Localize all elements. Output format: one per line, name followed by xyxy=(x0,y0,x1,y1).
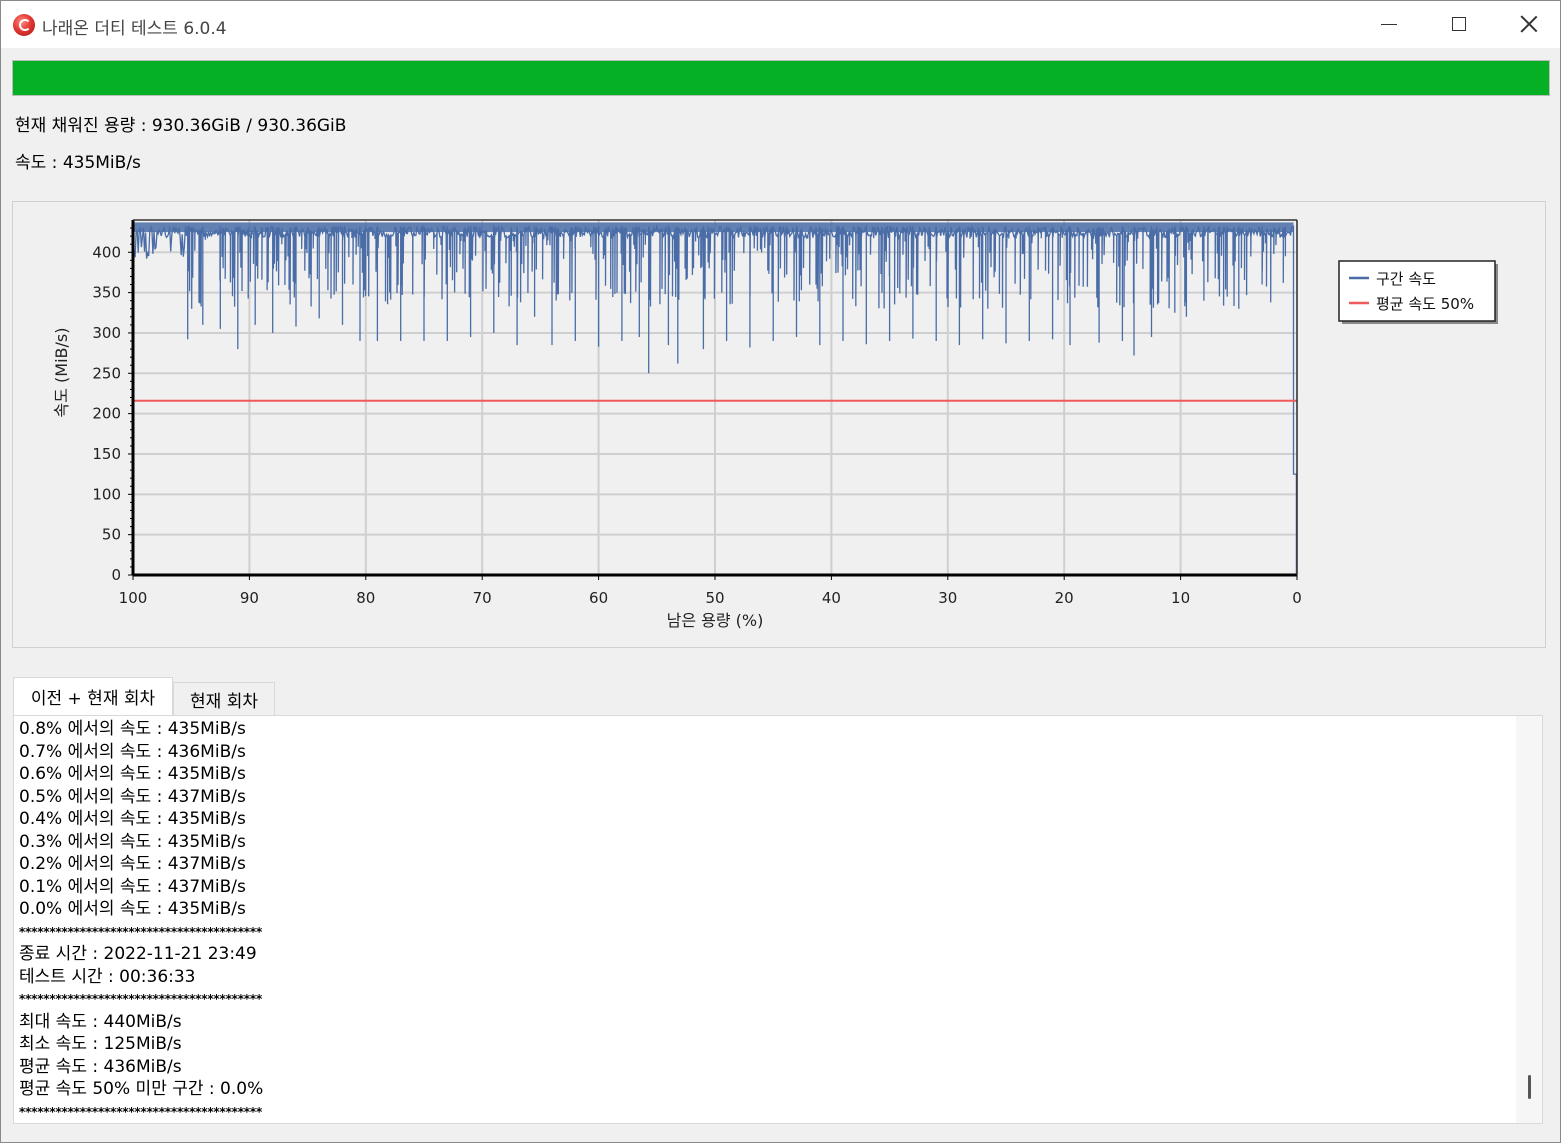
y-tick-label: 50 xyxy=(102,526,121,544)
y-tick-label: 0 xyxy=(111,566,121,584)
x-tick-label: 60 xyxy=(589,589,608,607)
y-tick-label: 250 xyxy=(92,364,121,382)
log-line: 종료 시간 : 2022-11-21 23:49 xyxy=(19,944,257,964)
tab-current[interactable]: 현재 회차 xyxy=(173,682,275,715)
log-line: 0.6% 에서의 속도 : 435MiB/s xyxy=(19,764,246,784)
log-line: 0.0% 에서의 속도 : 435MiB/s xyxy=(19,899,246,919)
filled-capacity-text: 현재 채워진 용량 : 930.36GiB / 930.36GiB xyxy=(15,116,347,136)
log-line: 0.8% 에서의 속도 : 435MiB/s xyxy=(19,719,246,739)
log-line: 테스트 시간 : 00:36:33 xyxy=(19,966,196,987)
y-tick-label: 200 xyxy=(92,405,121,423)
title-bar[interactable]: 나래온 더티 테스트 6.0.4 xyxy=(1,1,1560,48)
y-tick-label: 100 xyxy=(92,485,121,503)
x-tick-label: 80 xyxy=(356,589,375,607)
y-tick-label: 300 xyxy=(92,324,121,342)
log-line: **************************************** xyxy=(19,924,263,939)
log-line: 0.7% 에서의 속도 : 436MiB/s xyxy=(19,741,246,762)
log-line: 평균 속도 50% 미만 구간 : 0.0% xyxy=(19,1079,264,1099)
x-tick-label: 0 xyxy=(1292,589,1302,607)
log-line: 0.2% 에서의 속도 : 437MiB/s xyxy=(19,854,246,874)
x-axis-label: 남은 용량 (%) xyxy=(667,611,764,630)
y-axis-label: 속도 (MiB/s) xyxy=(52,328,71,418)
legend-label: 구간 속도 xyxy=(1376,270,1436,288)
y-tick-label: 400 xyxy=(92,243,121,261)
speed-chart-panel: 100 90 80 70 60 50 40 30 20 10 0 0 50 100 150 200 250 300… xyxy=(12,201,1546,648)
fill-progress-bar xyxy=(12,60,1550,96)
x-tick-label: 50 xyxy=(705,589,724,607)
log-line: 0.1% 에서의 속도 : 437MiB/s xyxy=(19,876,246,897)
x-tick-label: 100 xyxy=(119,589,148,607)
legend-label: 평균 속도 50% xyxy=(1376,295,1474,313)
log-line: 0.5% 에서의 속도 : 437MiB/s xyxy=(19,786,246,807)
app-logo-icon xyxy=(13,14,35,36)
tab-previous-and-current[interactable]: 이전 + 현재 회차 xyxy=(13,677,173,715)
log-line: 최소 속도 : 125MiB/s xyxy=(19,1034,182,1054)
minimize-button[interactable] xyxy=(1354,1,1424,47)
maximize-button[interactable] xyxy=(1424,1,1494,47)
x-tick-label: 40 xyxy=(822,589,841,607)
minimize-icon xyxy=(1381,23,1397,25)
log-line: 평균 속도 : 436MiB/s xyxy=(19,1056,182,1077)
log-line: **************************************** xyxy=(19,992,263,1006)
app-window: 나래온 더티 테스트 6.0.4 현재 채워진 용량 : 930.36GiB /… xyxy=(0,0,1561,1143)
x-tick-label: 70 xyxy=(473,589,492,607)
log-line: 0.4% 에서의 속도 : 435MiB/s xyxy=(19,809,246,829)
log-line: 최대 속도 : 440MiB/s xyxy=(19,1011,182,1032)
scrollbar-thumb[interactable] xyxy=(1528,1074,1531,1099)
close-icon xyxy=(1520,15,1538,33)
x-tick-label: 90 xyxy=(240,589,259,607)
x-tick-label: 10 xyxy=(1171,589,1190,607)
series-dense-band xyxy=(133,222,1294,233)
close-button[interactable] xyxy=(1494,1,1561,47)
log-line: 0.3% 에서의 속도 : 435MiB/s xyxy=(19,831,246,852)
speed-chart: 100 90 80 70 60 50 40 30 20 10 0050100150200250300… xyxy=(52,219,1498,630)
log-line: **************************************** xyxy=(19,1104,263,1119)
maximize-icon xyxy=(1452,17,1466,31)
x-tick-label: 20 xyxy=(1055,589,1074,607)
x-tick-label: 30 xyxy=(938,589,957,607)
log-scrollbar[interactable] xyxy=(1516,716,1542,1123)
log-lines: 0.8% 에서의 속도 : 435MiB/s 0.7% 에서의 속도 : 436M… xyxy=(19,718,263,1123)
window-title: 나래온 더티 테스트 6.0.4 xyxy=(42,19,227,39)
y-tick-label: 150 xyxy=(92,445,121,463)
y-tick-label: 350 xyxy=(92,284,121,302)
progress-fill xyxy=(13,61,1549,95)
log-text-area[interactable]: 0.8% 에서의 속도 : 435MiB/s 0.7% 에서의 속도 : 436M… xyxy=(13,715,1543,1124)
current-speed-text: 속도 : 435MiB/s xyxy=(15,153,141,173)
